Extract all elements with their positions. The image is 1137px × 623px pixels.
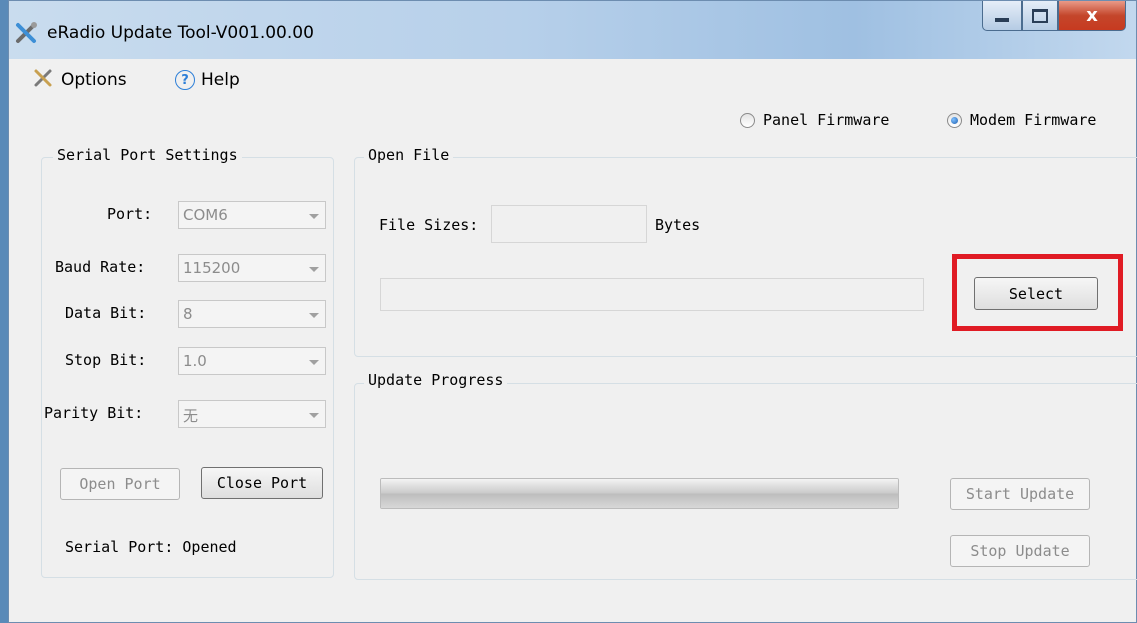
port-label: Port: bbox=[107, 205, 153, 223]
serial-port-settings-title: Serial Port Settings bbox=[53, 146, 242, 164]
serial-port-status: Serial Port: Opened bbox=[65, 538, 237, 556]
file-sizes-label: File Sizes: bbox=[379, 216, 479, 234]
stop-bit-select-value: 1.0 bbox=[183, 352, 207, 370]
parity-bit-select[interactable]: 无 bbox=[178, 400, 326, 428]
port-select[interactable]: COM6 bbox=[178, 201, 326, 229]
tools-icon bbox=[14, 21, 40, 45]
minimize-icon bbox=[995, 17, 1009, 22]
chevron-down-icon bbox=[309, 214, 319, 219]
modem-firmware-label[interactable]: Modem Firmware bbox=[970, 111, 1096, 129]
data-bit-select-value: 8 bbox=[183, 305, 193, 323]
update-progress-fill bbox=[381, 479, 898, 508]
menu-bar: Options ? Help bbox=[9, 59, 1136, 99]
maximize-button[interactable] bbox=[1022, 1, 1058, 31]
close-button[interactable]: x bbox=[1058, 1, 1126, 31]
parity-bit-select-value: 无 bbox=[183, 407, 199, 425]
close-icon: x bbox=[1086, 5, 1098, 26]
select-button-highlight bbox=[952, 254, 1123, 331]
menu-help[interactable]: ? Help bbox=[175, 68, 240, 92]
chevron-down-icon bbox=[309, 267, 319, 272]
file-size-field bbox=[491, 205, 647, 243]
port-select-value: COM6 bbox=[183, 206, 228, 224]
baud-rate-label: Baud Rate: bbox=[55, 258, 146, 276]
modem-firmware-radio[interactable] bbox=[947, 113, 962, 128]
open-file-title: Open File bbox=[364, 146, 454, 164]
chevron-down-icon bbox=[309, 313, 319, 318]
stop-update-button[interactable]: Stop Update bbox=[950, 535, 1090, 567]
panel-firmware-radio[interactable] bbox=[740, 113, 755, 128]
maximize-icon bbox=[1032, 8, 1048, 23]
help-icon: ? bbox=[175, 70, 195, 90]
start-update-button[interactable]: Start Update bbox=[950, 478, 1090, 510]
menu-options[interactable]: Options bbox=[33, 68, 127, 92]
window-title: eRadio Update Tool-V001.00.00 bbox=[47, 23, 314, 43]
chevron-down-icon bbox=[309, 360, 319, 365]
update-progress-bar bbox=[380, 478, 899, 509]
data-bit-label: Data Bit: bbox=[65, 304, 147, 322]
parity-bit-label: Parity Bit: bbox=[44, 404, 144, 422]
title-bar[interactable]: eRadio Update Tool-V001.00.00 x bbox=[9, 1, 1136, 59]
chevron-down-icon bbox=[309, 413, 319, 418]
baud-rate-select-value: 115200 bbox=[183, 259, 241, 277]
minimize-button[interactable] bbox=[982, 1, 1022, 31]
menu-options-label: Options bbox=[61, 70, 127, 90]
data-bit-select[interactable]: 8 bbox=[178, 300, 326, 328]
bytes-label: Bytes bbox=[655, 216, 701, 234]
file-path-field bbox=[380, 278, 924, 311]
panel-firmware-label[interactable]: Panel Firmware bbox=[763, 111, 889, 129]
close-port-button[interactable]: Close Port bbox=[201, 467, 323, 499]
baud-rate-select[interactable]: 115200 bbox=[178, 254, 326, 282]
update-progress-title: Update Progress bbox=[364, 371, 508, 389]
open-port-button[interactable]: Open Port bbox=[60, 468, 180, 500]
stop-bit-select[interactable]: 1.0 bbox=[178, 347, 326, 375]
options-icon bbox=[33, 68, 55, 93]
stop-bit-label: Stop Bit: bbox=[65, 351, 147, 369]
app-window: eRadio Update Tool-V001.00.00 x Options bbox=[8, 0, 1137, 623]
menu-help-label: Help bbox=[201, 70, 240, 90]
